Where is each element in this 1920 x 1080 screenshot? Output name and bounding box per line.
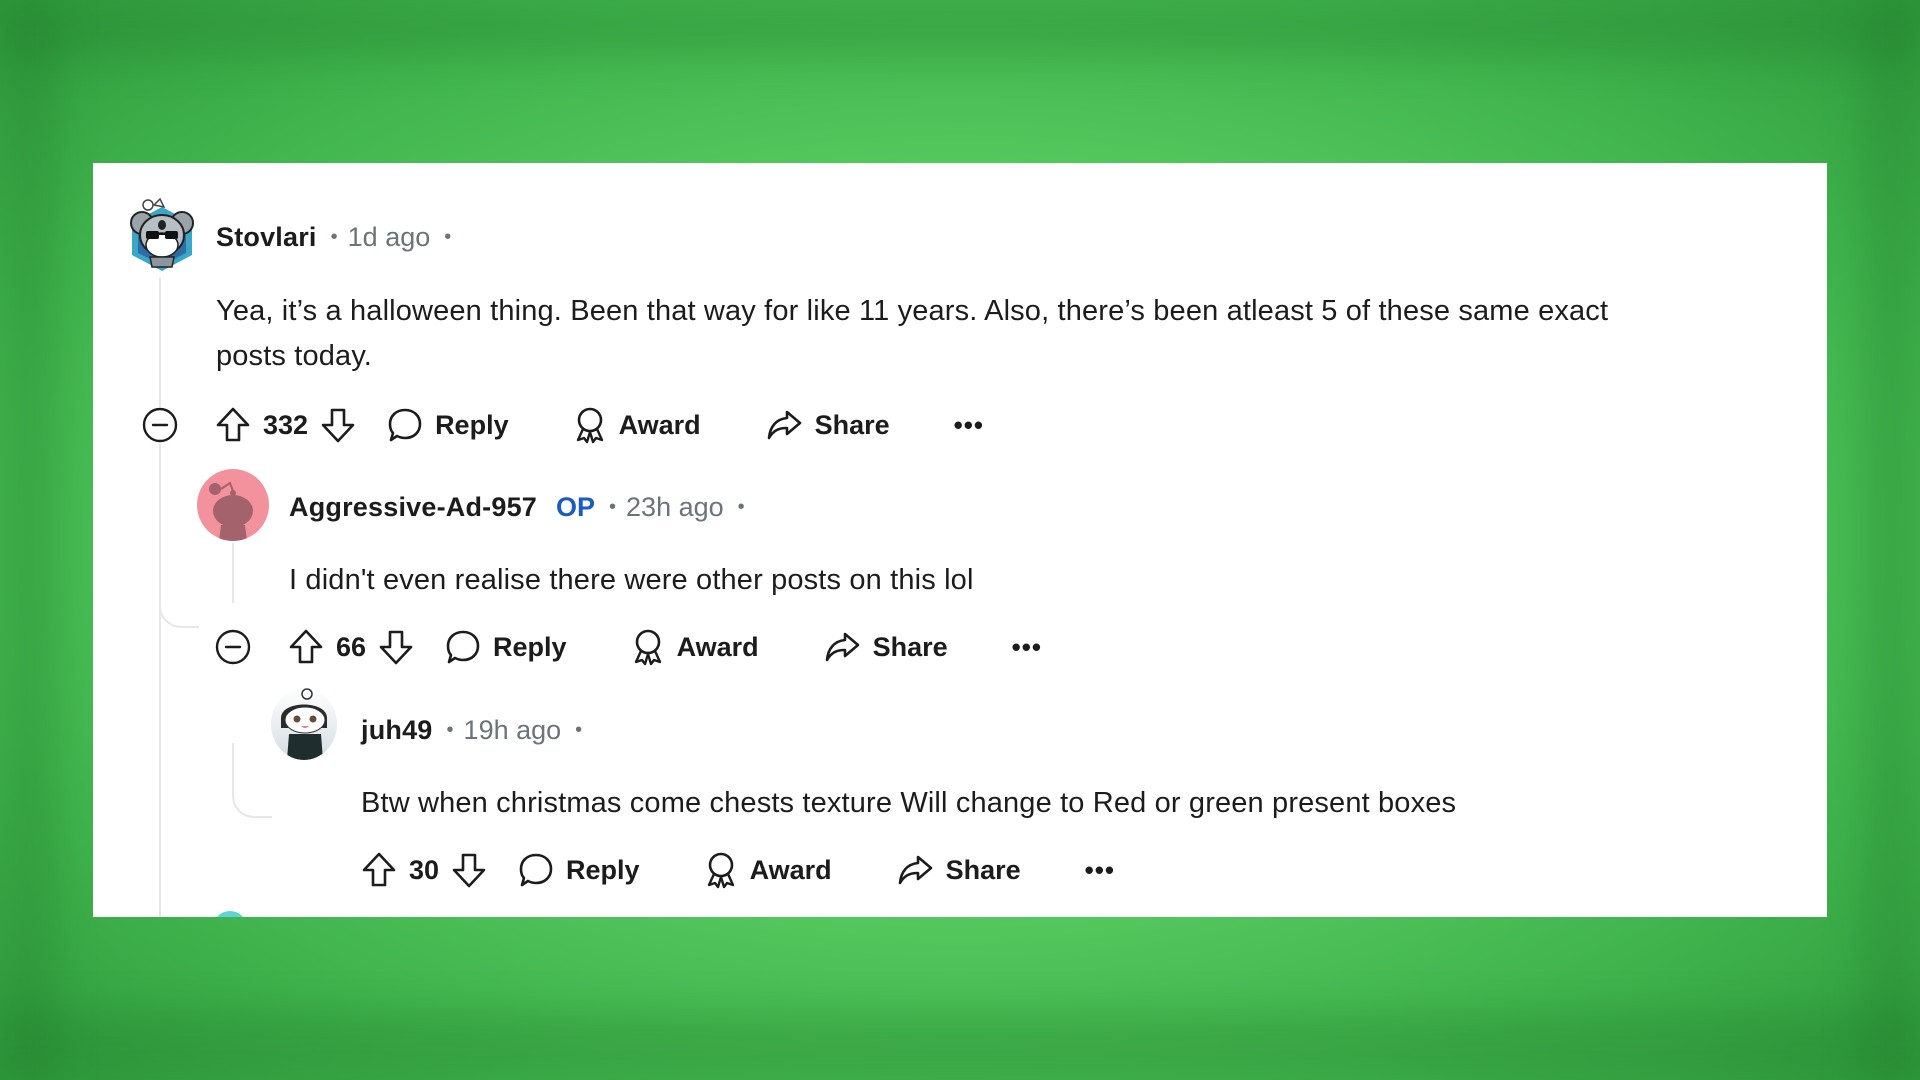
award-ribbon-icon [707,852,734,889]
comment-body-line: Yea, it’s a halloween thing. Been that w… [216,295,1609,327]
reply-label: Reply [493,631,567,662]
share-button[interactable]: Share [765,408,890,442]
more-options-button[interactable]: ••• [1085,855,1115,886]
collapse-thread-button[interactable] [215,629,251,665]
downvote-button[interactable] [378,628,414,666]
next-comment-avatar-partial [213,911,247,917]
background-ray [0,0,60,1080]
comment-body: I didn't even realise there were other p… [289,558,974,603]
award-label: Award [749,854,832,885]
comment-body: Btw when christmas come chests texture W… [361,781,1456,826]
comment-body-line: Btw when christmas come chests texture W… [361,787,1457,819]
upvote-button[interactable] [361,851,397,889]
award-button[interactable]: Award [704,851,832,889]
avatar-juh49[interactable] [271,688,337,760]
comment-body-line: posts today. [216,340,373,372]
share-label: Share [814,409,890,440]
comment-body-line: I didn't even realise there were other p… [289,564,974,596]
upvote-button[interactable] [288,628,324,666]
minus-circle-icon [215,629,251,665]
thread-line-level-2[interactable] [232,543,234,603]
comment-meta: Stovlari • 1d ago • [216,217,461,257]
timestamp[interactable]: 19h ago [464,715,562,746]
comment-thread-card: Stovlari • 1d ago • Yea, it’s a hallowee… [93,163,1827,917]
speech-bubble-icon [446,630,480,664]
vote-count: 66 [336,631,367,662]
downvote-button[interactable] [451,851,487,889]
upvote-arrow-icon [216,407,250,442]
collapse-thread-button[interactable] [142,407,178,443]
downvote-button[interactable] [320,406,356,444]
vote-count: 30 [409,854,440,885]
username-link[interactable]: Stovlari [216,222,317,253]
separator-dot: • [609,495,617,518]
award-button[interactable]: Award [573,406,701,444]
separator-dot: • [575,718,583,741]
comment-body: Yea, it’s a halloween thing. Been that w… [216,289,1608,379]
username-link[interactable]: Aggressive-Ad-957 [289,492,537,523]
share-button[interactable]: Share [896,853,1021,887]
vote-count: 332 [263,409,309,440]
share-label: Share [872,631,948,662]
separator-dot: • [737,495,745,518]
separator-dot: • [330,225,338,248]
separator-dot: • [444,225,452,248]
comment-actions: 30 Reply Award Share ••• [361,848,1115,892]
award-label: Award [618,409,701,440]
background-ray [0,1010,1920,1080]
share-button[interactable]: Share [823,630,948,664]
timestamp[interactable]: 23h ago [626,492,724,523]
speech-bubble-icon [519,853,553,887]
snoo-avatar-icon [281,688,327,760]
share-label: Share [945,854,1021,885]
reply-button[interactable]: Reply [445,629,567,665]
share-arrow-icon [898,855,932,885]
username-link[interactable]: juh49 [361,715,433,746]
thread-connector-2 [159,583,199,628]
background-ray [1860,0,1920,1080]
downvote-arrow-icon [379,630,413,665]
comment-actions: 332 Reply Award Share ••• [215,403,984,447]
reply-button[interactable]: Reply [387,407,509,443]
reply-label: Reply [566,854,640,885]
reply-button[interactable]: Reply [518,852,640,888]
separator-dot: • [446,718,454,741]
thread-line-level-2-lower [232,743,234,775]
avatar-aggressive-ad-957[interactable] [197,469,269,541]
more-options-button[interactable]: ••• [1012,632,1042,663]
snoo-avatar-icon [209,481,253,541]
award-ribbon-icon [634,629,661,666]
minus-circle-icon [142,407,178,443]
comment-meta: juh49 • 19h ago • [361,710,592,750]
thread-connector-3 [232,773,272,818]
share-arrow-icon [825,632,859,662]
upvote-arrow-icon [362,852,396,887]
award-label: Award [676,631,759,662]
timestamp[interactable]: 1d ago [348,222,431,253]
more-options-button[interactable]: ••• [954,410,984,441]
comment-actions: 66 Reply Award Share ••• [288,625,1042,669]
reply-label: Reply [435,409,509,440]
share-arrow-icon [767,410,801,440]
upvote-arrow-icon [289,629,323,664]
speech-bubble-icon [388,408,422,442]
downvote-arrow-icon [452,853,486,888]
avatar-stovlari[interactable] [128,197,196,273]
op-badge: OP [556,491,596,522]
upvote-button[interactable] [215,406,251,444]
background-ray [0,0,1920,60]
award-button[interactable]: Award [631,628,759,666]
downvote-arrow-icon [321,408,355,443]
comment-meta: Aggressive-Ad-957 OP • 23h ago • [289,487,755,527]
koala-avatar-icon [130,197,194,271]
award-ribbon-icon [576,407,603,444]
